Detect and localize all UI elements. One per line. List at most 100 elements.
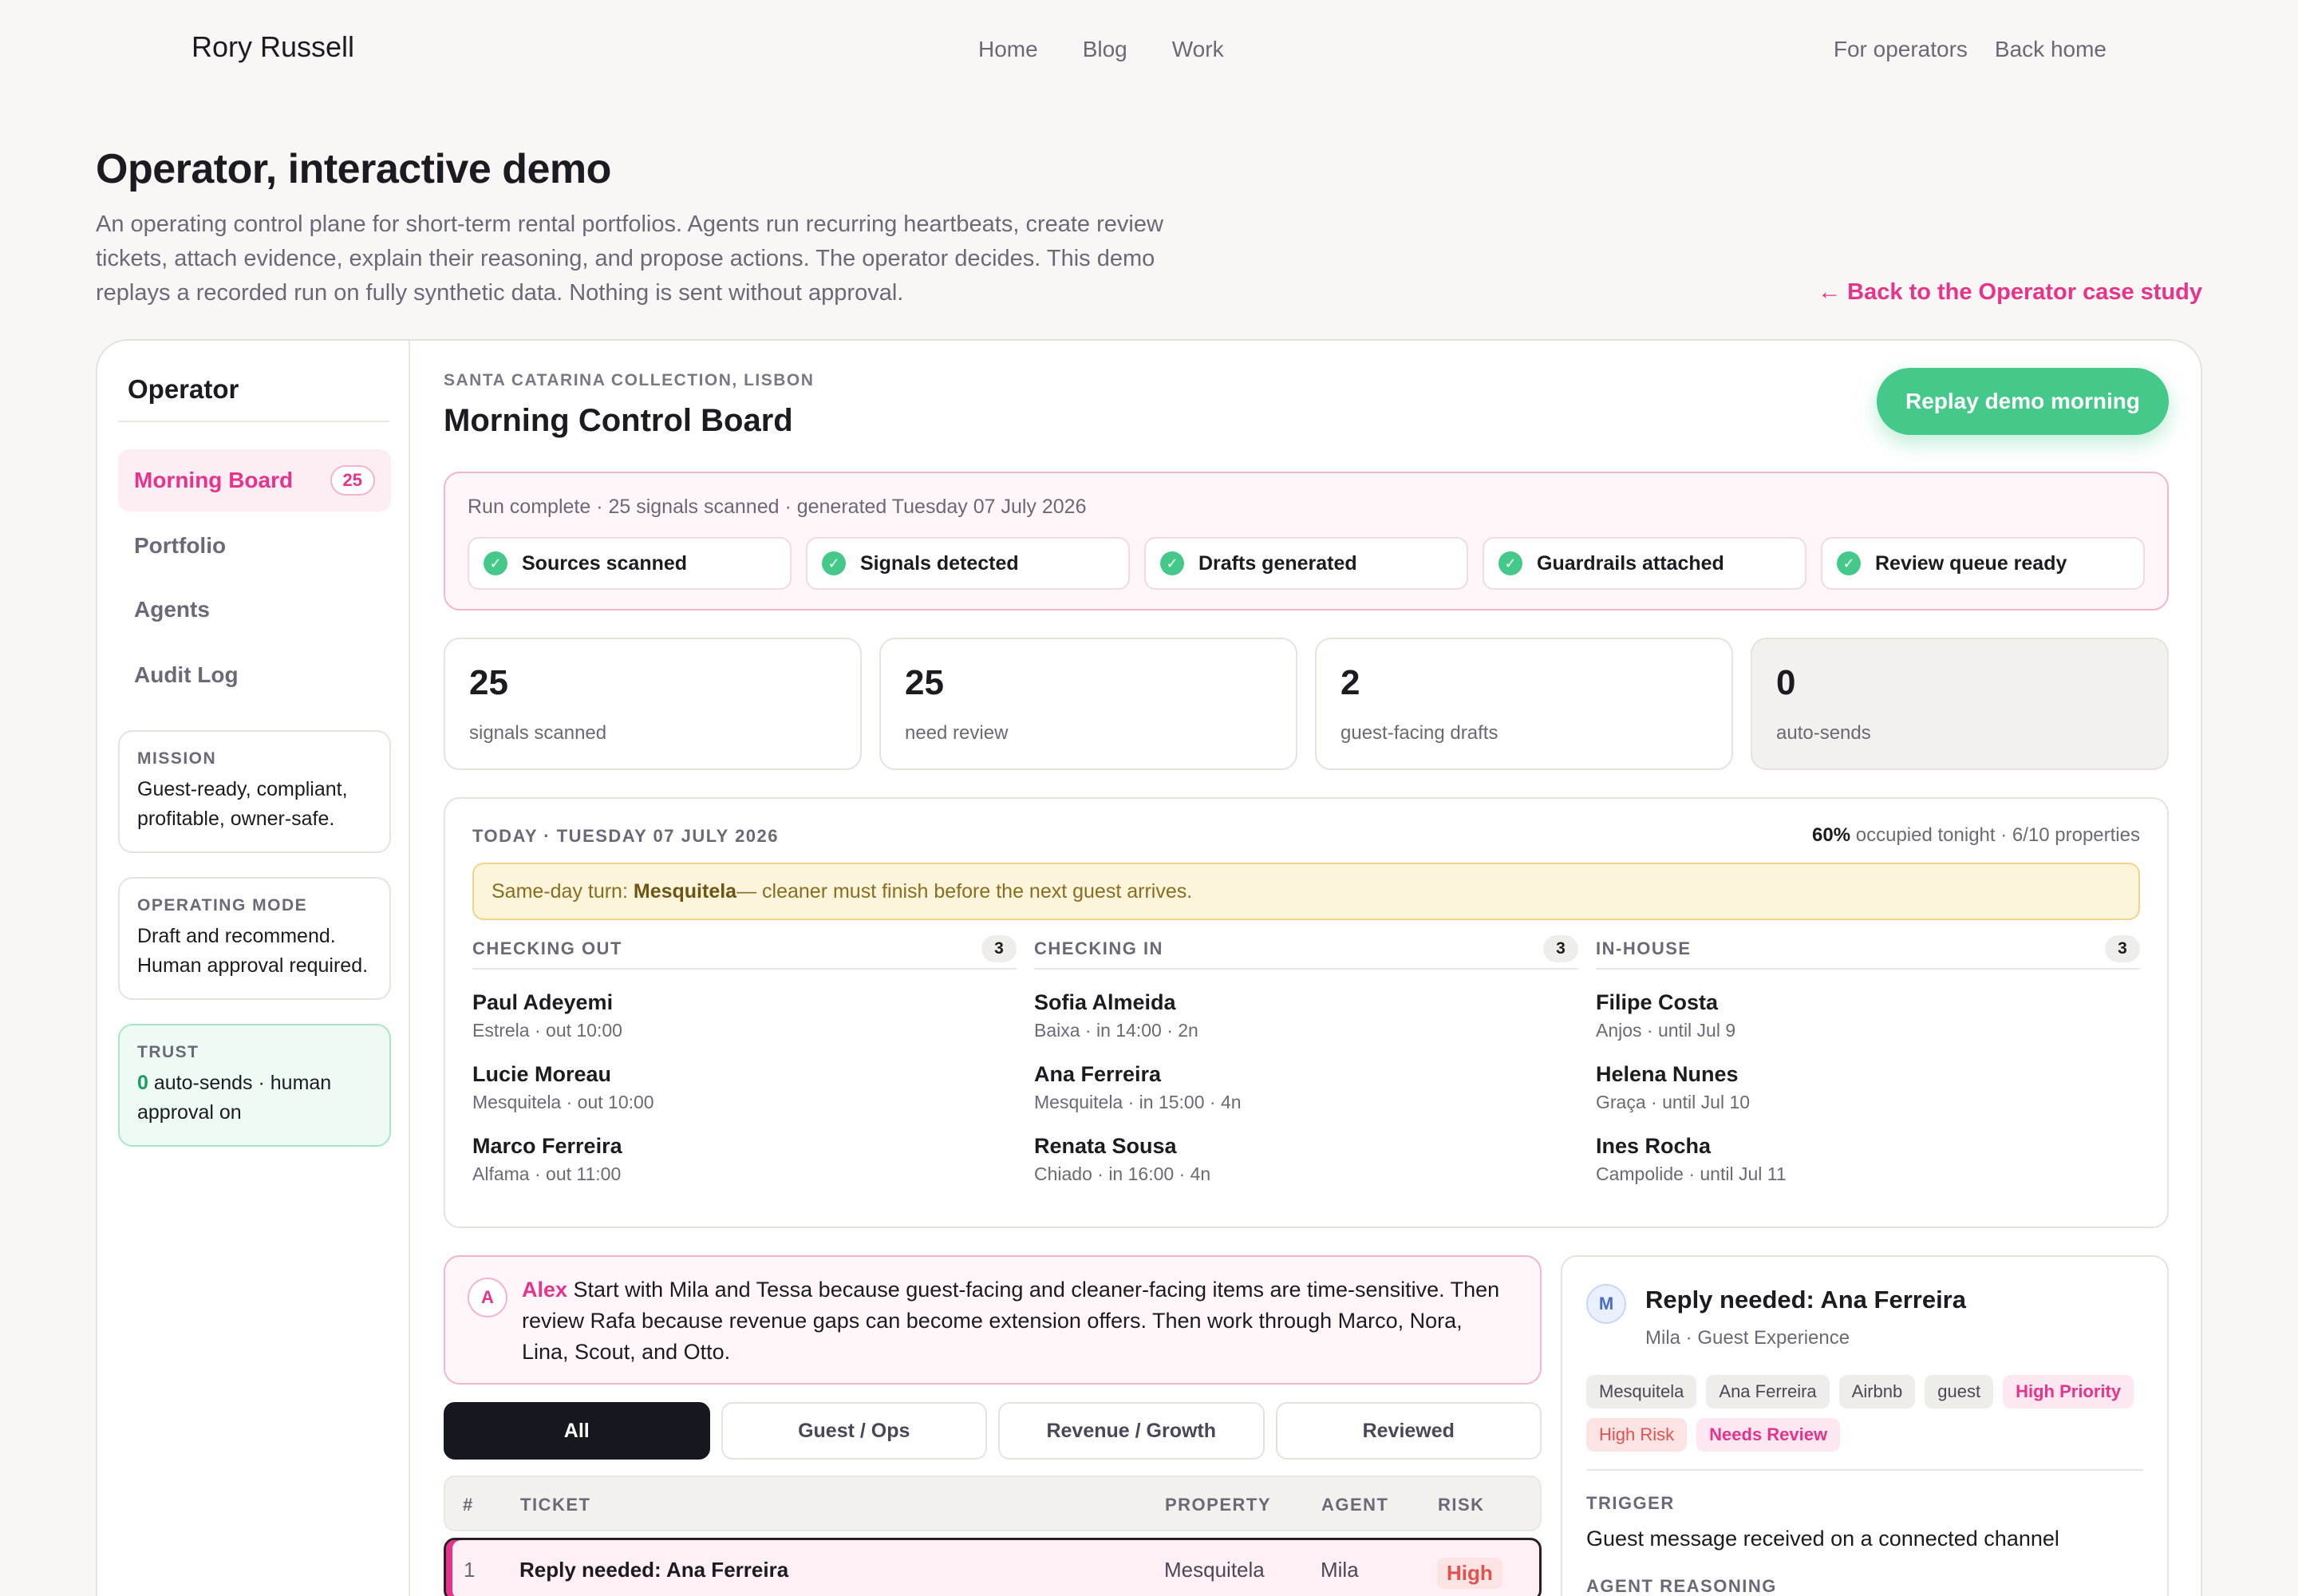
priority-chip: High Priority [2003,1375,2134,1408]
column-in-house: IN-HOUSE 3 Filipe Costa Anjos · until Jul … [1596,935,2140,1185]
header-ticket[interactable]: TICKET [520,1495,590,1515]
stat-signals-scanned: 25 signals scanned [444,638,862,770]
avatar: M [1586,1284,1626,1324]
nav-back-home-link[interactable]: Back home [1995,37,2106,62]
table-row[interactable]: 1 Reply needed: Ana Ferreira Mesquitela … [444,1538,1542,1596]
ticket-table-header: # TICKET PROPERTY AGENT RISK [444,1476,1542,1531]
guest-name: Helena Nunes [1596,1062,1739,1086]
tab-reviewed[interactable]: Reviewed [1275,1402,1542,1460]
guest-item[interactable]: Renata Sousa Chiado · in 16:00 · 4n [1034,1134,1578,1185]
sidebar-item-morning-board[interactable]: Morning Board 25 [118,449,391,512]
guest-name: Renata Sousa [1034,1134,1177,1158]
sidebar-item-label: Portfolio [134,533,227,558]
nav-work-link[interactable]: Work [1172,37,1224,62]
alert-property: Mesquitela [633,879,737,903]
nav-for-operators-link[interactable]: For operators [1834,37,1968,62]
tab-all[interactable]: All [444,1402,710,1460]
guest-detail: Chiado · in 16:00 · 4n [1034,1163,1211,1184]
guest-name: Ana Ferreira [1034,1062,1162,1086]
sidebar: Operator Morning Board 25 Portfolio Agen… [97,341,410,1596]
column-title: IN-HOUSE [1596,938,1692,958]
check-icon: ✓ [484,551,507,575]
page-description: An operating control plane for short-ter… [96,211,1163,306]
tab-guest-ops[interactable]: Guest / Ops [721,1402,987,1460]
column-count: 3 [1543,935,1578,962]
sidebar-item-agents[interactable]: Agents [118,579,391,641]
page-title: Operator, interactive demo [96,146,611,192]
sidebar-item-label: Morning Board [134,468,294,492]
alert-prefix: Same-day turn: [492,879,628,903]
step-label: Signals detected [860,551,1019,575]
column-checking-out: CHECKING OUT 3 Paul Adeyemi Estrela · out … [472,935,1017,1185]
top-nav: Rory Russell Home Blog Work For operator… [0,0,2298,102]
nav-links: Home Blog Work [978,37,1224,62]
guest-item[interactable]: Sofia Almeida Baixa · in 14:00 · 2n [1034,990,1578,1041]
same-day-turn-alert: Same-day turn: Mesquitela — cleaner must… [472,863,2140,920]
column-checking-in: CHECKING IN 3 Sofia Almeida Baixa · in 14:… [1034,935,1578,1185]
replay-demo-button[interactable]: Replay demo morning [1877,368,2169,435]
nav-home-link[interactable]: Home [978,37,1038,62]
step-signals-detected: ✓ Signals detected [806,537,1130,590]
note-text: Alex Start with Mila and Tessa because g… [522,1274,1508,1368]
step-drafts-generated: ✓ Drafts generated [1144,537,1468,590]
column-title: CHECKING IN [1034,938,1163,958]
sidebar-item-audit-log[interactable]: Audit Log [118,644,391,706]
guest-detail: Estrela · out 10:00 [472,1020,622,1041]
guest-item[interactable]: Lucie Moreau Mesquitela · out 10:00 [472,1062,1017,1113]
step-review-queue-ready: ✓ Review queue ready [1821,537,2145,590]
reasoning-key: AGENT REASONING [1586,1576,1777,1596]
stat-number: 25 [905,663,944,702]
mission-key: MISSION [137,749,217,768]
column-header: IN-HOUSE 3 [1596,935,2140,970]
step-sources-scanned: ✓ Sources scanned [468,537,792,590]
guest-columns: CHECKING OUT 3 Paul Adeyemi Estrela · out … [472,935,2140,1185]
operating-mode-value: Draft and recommend. Human approval requ… [137,925,369,977]
guest-detail: Graça · until Jul 10 [1596,1092,1751,1112]
guest-item[interactable]: Helena Nunes Graça · until Jul 10 [1596,1062,2140,1113]
guest-item[interactable]: Marco Ferreira Alfama · out 11:00 [472,1134,1017,1185]
trust-card: TRUST 0 auto-sends · human approval on [118,1024,391,1147]
guest-detail: Campolide · until Jul 11 [1596,1163,1787,1184]
mission-card: MISSION Guest-ready, compliant, profitab… [118,730,391,853]
filter-tabs: All Guest / Ops Revenue / Growth Reviewe… [444,1402,1542,1460]
check-icon: ✓ [1837,551,1861,575]
ticket-detail-panel: M Reply needed: Ana Ferreira Mila · Gues… [1561,1255,2169,1596]
back-to-case-study-link[interactable]: ← Back to the Operator case study [1818,279,2202,306]
trust-text: auto-sends · human approval on [137,1072,332,1124]
detail-tags: Mesquitela Ana Ferreira Airbnb guest Hig… [1586,1375,2143,1452]
guest-detail: Anjos · until Jul 9 [1596,1020,1736,1041]
nav-blog-link[interactable]: Blog [1083,37,1127,62]
tag-chip: guest [1925,1375,1994,1408]
guest-item[interactable]: Paul Adeyemi Estrela · out 10:00 [472,990,1017,1041]
header-property[interactable]: PROPERTY [1165,1495,1271,1515]
header-agent[interactable]: AGENT [1321,1495,1389,1515]
occupancy-text: occupied tonight · 6/10 properties [1850,824,2140,846]
tag-chip: Ana Ferreira [1706,1375,1830,1408]
guest-item[interactable]: Filipe Costa Anjos · until Jul 9 [1596,990,2140,1041]
header-risk[interactable]: RISK [1438,1495,1485,1515]
site-brand[interactable]: Rory Russell [192,30,354,64]
ticket-agent: Mila [1321,1558,1359,1582]
risk-chip: High Risk [1586,1418,1688,1452]
check-icon: ✓ [1160,551,1184,575]
stat-number: 2 [1340,663,1360,702]
trigger-value: Guest message received on a connected ch… [1586,1527,2059,1551]
stat-label: signals scanned [469,722,607,744]
stat-number: 0 [1776,663,1796,702]
tab-revenue-growth[interactable]: Revenue / Growth [998,1402,1265,1460]
column-count: 3 [981,935,1017,962]
guest-name: Sofia Almeida [1034,990,1176,1014]
header-number: # [463,1495,474,1515]
mission-value: Guest-ready, compliant, profitable, owne… [137,778,348,830]
main-panel: SANTA CATARINA COLLECTION, LISBON Mornin… [412,341,2201,1596]
column-header: CHECKING IN 3 [1034,935,1578,970]
run-status: Run complete · 25 signals scanned · gene… [468,496,1087,518]
guest-name: Filipe Costa [1596,990,1719,1014]
guest-item[interactable]: Ines Rocha Campolide · until Jul 11 [1596,1134,2140,1185]
risk-badge: High [1437,1558,1502,1589]
guest-item[interactable]: Ana Ferreira Mesquitela · in 15:00 · 4n [1034,1062,1578,1113]
stat-label: auto-sends [1776,722,1871,744]
column-title: CHECKING OUT [472,938,622,958]
sidebar-item-portfolio[interactable]: Portfolio [118,515,391,577]
stat-auto-sends: 0 auto-sends [1751,638,2169,770]
